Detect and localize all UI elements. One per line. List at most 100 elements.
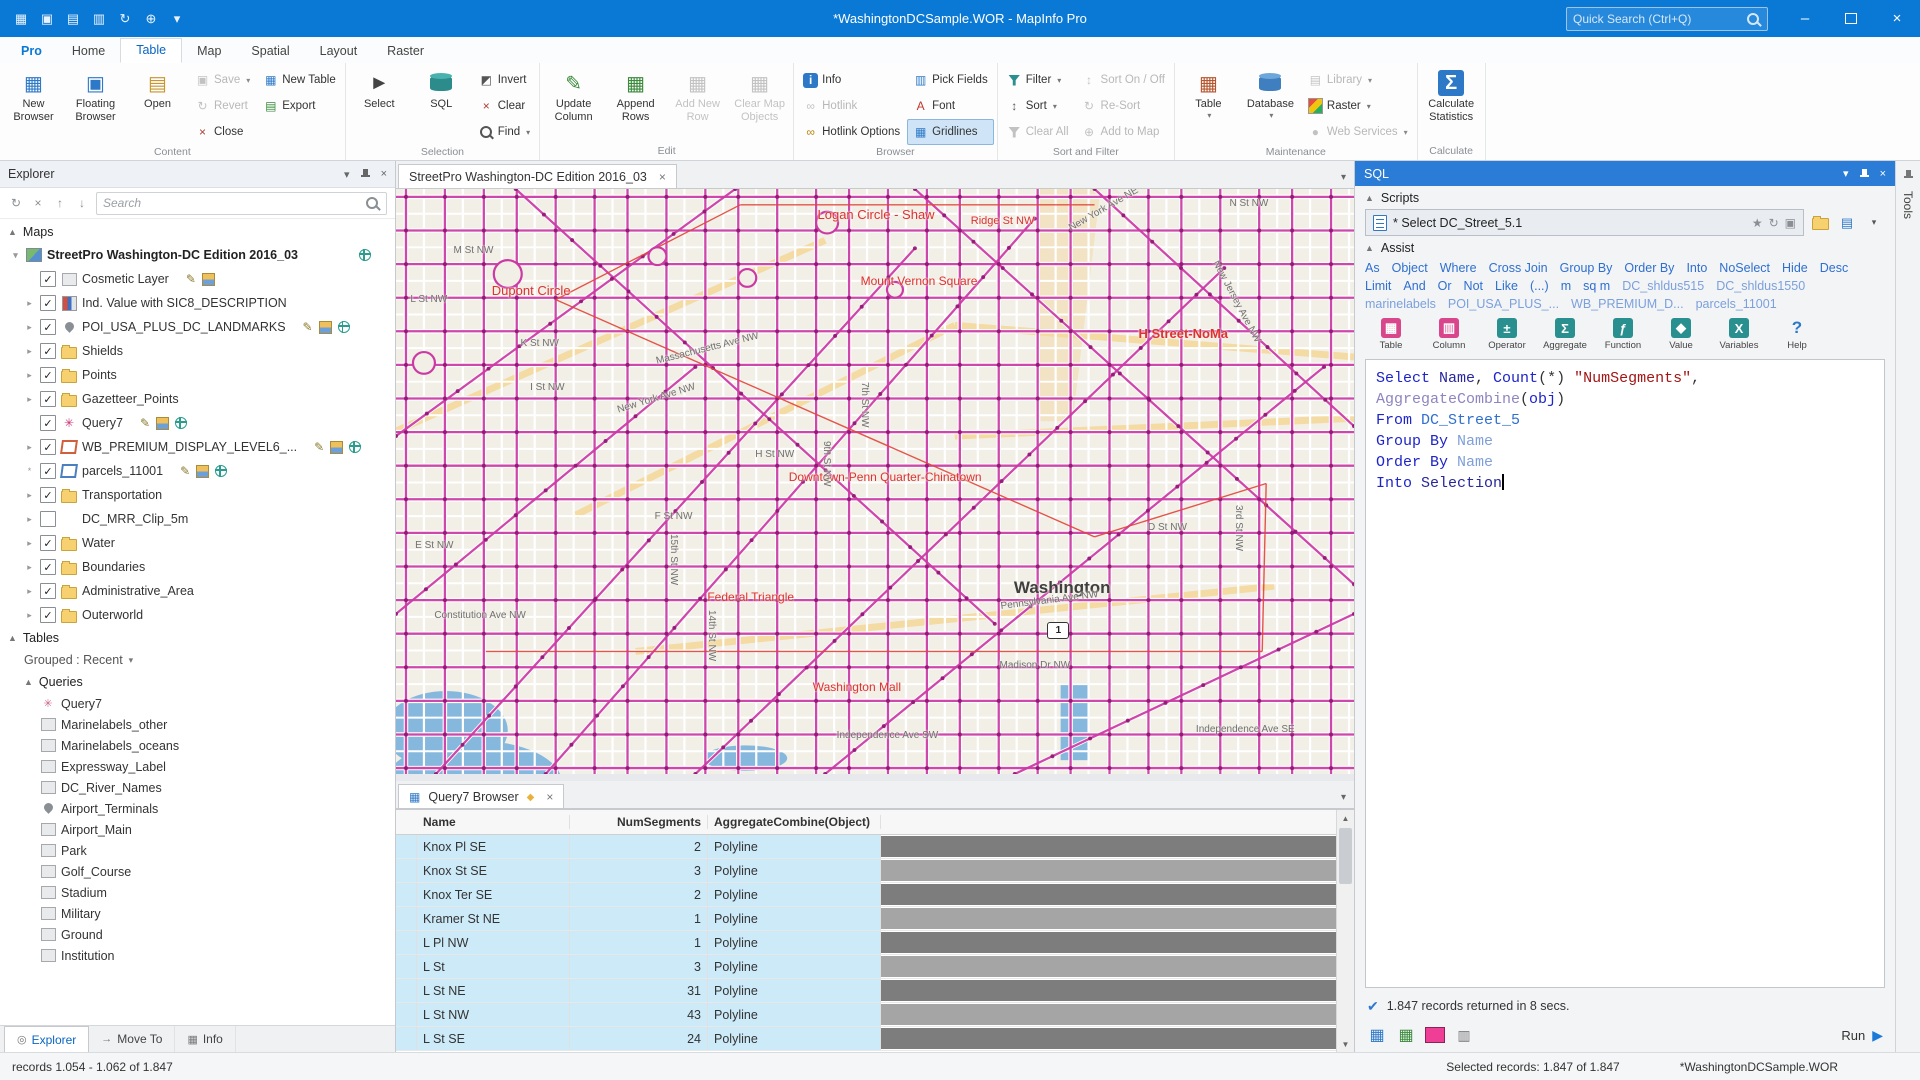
scroll-up-icon[interactable]: ▲ — [1337, 810, 1354, 826]
save-workspace-icon[interactable]: ▥ — [88, 8, 110, 30]
zoom-to-layer-icon[interactable] — [215, 465, 227, 477]
font-button[interactable]: AFont — [907, 93, 994, 119]
info-button[interactable]: iInfo — [797, 67, 906, 93]
script-selector[interactable]: * Select DC_Street_5.1 ★ ↻ ▣ — [1365, 209, 1804, 236]
edit-style-icon[interactable]: ✎ — [140, 416, 150, 430]
new-browser-button[interactable]: ▦New Browser — [3, 65, 64, 145]
browse-results-button[interactable]: ▦ — [1367, 1025, 1387, 1045]
close-icon[interactable]: × — [381, 168, 387, 180]
explorer-search-input[interactable] — [97, 196, 366, 210]
assist-keyword-limit[interactable]: Limit — [1365, 279, 1391, 293]
customize-qat-icon[interactable]: ▾ — [166, 8, 188, 30]
row-selector[interactable] — [396, 883, 417, 906]
cell-numsegments[interactable]: 2 — [570, 835, 708, 858]
invert-button[interactable]: ◩Invert — [473, 67, 536, 93]
zoom-to-layer-icon[interactable] — [349, 441, 361, 453]
layer-row-cosmetic-layer[interactable]: ✓Cosmetic Layer✎ — [0, 267, 395, 291]
sql-button[interactable]: SQL — [411, 65, 472, 145]
cell-numsegments[interactable]: 1 — [570, 931, 708, 954]
cell-object[interactable]: Polyline — [708, 835, 881, 858]
assist-tool-table[interactable]: ▦Table — [1365, 318, 1417, 351]
assist-keyword-where[interactable]: Where — [1440, 261, 1477, 275]
cell-object[interactable]: Polyline — [708, 979, 881, 1002]
assist-keyword-group-by[interactable]: Group By — [1560, 261, 1613, 275]
layer-style-icon[interactable] — [196, 465, 209, 478]
expander-icon[interactable]: ▸ — [24, 538, 35, 549]
assist-table-dc-shldus1550[interactable]: DC_shldus1550 — [1716, 279, 1805, 293]
remove-icon[interactable]: × — [30, 195, 46, 211]
view-grid-button[interactable]: ▦ — [1396, 1025, 1416, 1045]
cell-numsegments[interactable]: 1 — [570, 907, 708, 930]
quick-search[interactable] — [1566, 7, 1768, 31]
layer-row-parcels-11001[interactable]: *✓parcels_11001✎ — [0, 459, 395, 483]
clear-button[interactable]: ×Clear — [473, 93, 536, 119]
selected-records-status[interactable]: Selected records: 1.847 of 1.847 — [1446, 1060, 1619, 1074]
edit-style-icon[interactable]: ✎ — [186, 272, 196, 286]
calculate-statistics-button[interactable]: ΣCalculate Statistics — [1421, 65, 1482, 144]
assist-keyword-hide[interactable]: Hide — [1782, 261, 1808, 275]
scrollbar-thumb[interactable] — [1339, 828, 1352, 884]
assist-keyword-as[interactable]: As — [1365, 261, 1380, 275]
assist-keyword-[interactable]: (...) — [1530, 279, 1549, 293]
explorer-search[interactable] — [96, 192, 387, 215]
script-dropdown-icon[interactable]: ▾ — [1863, 211, 1885, 235]
layer-visibility-checkbox[interactable]: ✓ — [40, 463, 56, 479]
sql-editor[interactable]: Select Name, Count(*) "NumSegments",Aggr… — [1365, 359, 1885, 988]
cell-numsegments[interactable]: 24 — [570, 1027, 708, 1050]
hotlink-options-button[interactable]: ∞Hotlink Options — [797, 119, 906, 145]
layer-visibility-checkbox[interactable]: ✓ — [40, 415, 56, 431]
row-selector[interactable] — [396, 859, 417, 882]
edit-style-icon[interactable]: ✎ — [314, 440, 324, 454]
collapse-icon[interactable]: ▲ — [1365, 193, 1374, 203]
cell-object[interactable]: Polyline — [708, 859, 881, 882]
assist-table-marinelabels[interactable]: marinelabels — [1365, 297, 1436, 311]
horizontal-splitter[interactable] — [396, 774, 1354, 781]
assist-table-parcels-11001[interactable]: parcels_11001 — [1696, 297, 1777, 311]
layer-visibility-checkbox[interactable]: ✓ — [40, 439, 56, 455]
refresh-script-icon[interactable]: ↻ — [1769, 216, 1779, 230]
sort-button[interactable]: ↕Sort▾ — [1001, 93, 1075, 119]
cell-name[interactable]: L St SE — [417, 1027, 570, 1050]
column-header-name[interactable]: Name — [417, 815, 570, 829]
pin-icon[interactable] — [360, 168, 371, 180]
layer-style-icon[interactable] — [202, 273, 215, 286]
assist-tool-value[interactable]: ◆Value — [1655, 318, 1707, 351]
expander-icon[interactable]: ▸ — [24, 442, 35, 453]
tools-pin-icon[interactable] — [1903, 169, 1914, 181]
layer-visibility-checkbox[interactable]: ✓ — [40, 391, 56, 407]
cell-numsegments[interactable]: 31 — [570, 979, 708, 1002]
search-icon[interactable] — [366, 197, 378, 209]
refresh-icon[interactable]: ↻ — [8, 195, 24, 211]
layer-visibility-checkbox[interactable]: ✓ — [40, 559, 56, 575]
assist-section-header[interactable]: ▲ Assist — [1355, 236, 1895, 259]
row-selector[interactable] — [396, 1027, 417, 1050]
ribbon-tab-map[interactable]: Map — [182, 40, 236, 63]
close-button[interactable]: ×Close — [189, 119, 256, 145]
tables-section-header[interactable]: ▲Tables — [0, 627, 395, 649]
zoom-to-layer-icon[interactable] — [338, 321, 350, 333]
assist-keyword-m[interactable]: m — [1561, 279, 1571, 293]
query-row-stadium[interactable]: Stadium — [0, 882, 395, 903]
table-row[interactable]: Knox Ter SE2Polyline — [396, 883, 1336, 907]
ribbon-tab-table[interactable]: Table — [120, 38, 182, 63]
queries-section-header[interactable]: ▲Queries — [0, 671, 395, 693]
assist-keyword-like[interactable]: Like — [1495, 279, 1518, 293]
window-list-dropdown-icon[interactable]: ▾ — [1341, 172, 1346, 183]
expander-icon[interactable]: ▸ — [24, 394, 35, 405]
layer-row-gazetteer-points[interactable]: ▸✓Gazetteer_Points — [0, 387, 395, 411]
query-row-golf-course[interactable]: Golf_Course — [0, 861, 395, 882]
assist-table-wb-premium-d[interactable]: WB_PREMIUM_D... — [1571, 297, 1684, 311]
query-row-query7[interactable]: ✳Query7 — [0, 693, 395, 714]
table-row[interactable]: Knox St SE3Polyline — [396, 859, 1336, 883]
query-row-airport-main[interactable]: Airport_Main — [0, 819, 395, 840]
layer-visibility-checkbox[interactable]: ✓ — [40, 271, 56, 287]
table-row[interactable]: L St NE31Polyline — [396, 979, 1336, 1003]
layer-style-icon[interactable] — [319, 321, 332, 334]
filter-button[interactable]: Filter▾ — [1001, 67, 1075, 93]
row-selector[interactable] — [396, 907, 417, 930]
new-table-button[interactable]: ▦New Table — [257, 67, 342, 93]
expander-icon[interactable]: ▸ — [24, 346, 35, 357]
map-document-row[interactable]: ▾StreetPro Washington-DC Edition 2016_03 — [0, 243, 395, 267]
row-selector[interactable] — [396, 955, 417, 978]
open-button[interactable]: ▤Open — [127, 65, 188, 145]
